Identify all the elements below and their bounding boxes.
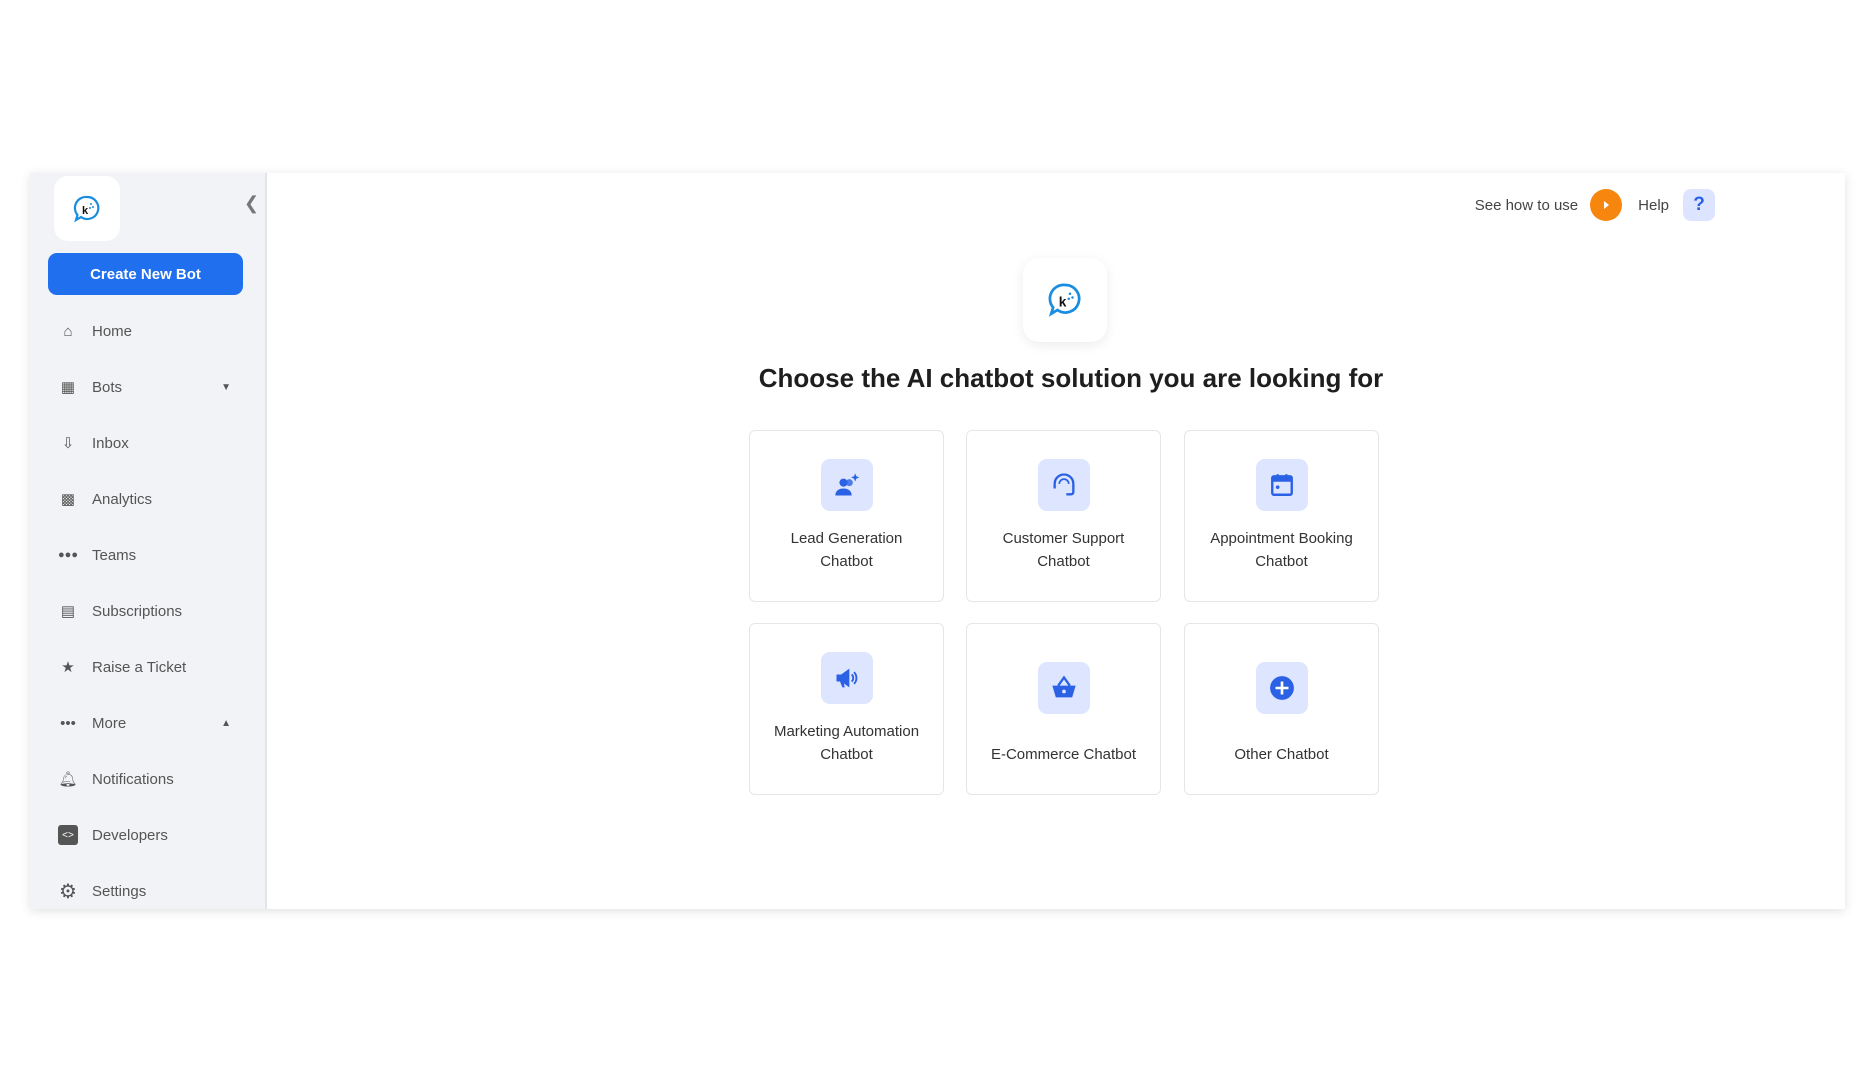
- sidebar-item-analytics[interactable]: ▩ Analytics: [30, 471, 265, 527]
- card-marketing-automation[interactable]: Marketing Automation Chatbot: [749, 623, 944, 795]
- center-logo: k: [1023, 258, 1107, 342]
- sidebar-nav: ⌂ Home ▦ Bots ▼ ⇩ Inbox ▩ Analytics ●●● Teams …: [30, 303, 265, 919]
- code-icon: <>: [58, 825, 78, 845]
- sidebar: k ❮ Create New Bot ⌂ Home ▦ Bots ▼ ⇩ Inbox ▩…: [30, 173, 267, 909]
- sidebar-item-label: Teams: [92, 546, 137, 564]
- sidebar-item-bots[interactable]: ▦ Bots ▼: [30, 359, 265, 415]
- help-icon[interactable]: ?: [1683, 189, 1715, 221]
- card-other[interactable]: Other Chatbot: [1184, 623, 1379, 795]
- card-label: Chatbot: [820, 746, 873, 763]
- sidebar-item-label: Subscriptions: [92, 602, 183, 620]
- sidebar-item-label: Home: [92, 322, 133, 340]
- sidebar-item-label: Analytics: [92, 490, 153, 508]
- sidebar-item-label: Inbox: [92, 434, 129, 452]
- card-ecommerce[interactable]: E-Commerce Chatbot: [966, 623, 1161, 795]
- card-label: Chatbot: [1255, 553, 1308, 570]
- sidebar-item-label: Raise a Ticket: [92, 658, 187, 676]
- chat-logo-icon: k: [73, 195, 100, 222]
- gear-icon: ⚙: [59, 880, 77, 903]
- card-label: Lead Generation: [790, 530, 903, 547]
- app-window: k ❮ Create New Bot ⌂ Home ▦ Bots ▼ ⇩ Inbox ▩…: [30, 173, 1845, 909]
- headset-icon: [1038, 459, 1090, 511]
- sidebar-item-label: More: [92, 714, 127, 732]
- more-icon: •••: [60, 714, 76, 732]
- card-label: Appointment Booking: [1210, 530, 1353, 547]
- play-icon: [1604, 201, 1610, 209]
- card-label: E-Commerce Chatbot: [990, 746, 1137, 763]
- plus-circle-icon: [1256, 662, 1308, 714]
- sidebar-item-label: Notifications: [92, 770, 174, 788]
- sidebar-item-label: Bots: [92, 378, 123, 396]
- bots-icon: ▦: [60, 379, 76, 396]
- sidebar-item-subscriptions[interactable]: ▤ Subscriptions: [30, 583, 265, 639]
- page-title: Choose the AI chatbot solution you are l…: [758, 363, 1384, 393]
- sidebar-item-label: Settings: [92, 882, 147, 900]
- megaphone-icon: [821, 652, 873, 704]
- svg-text:k: k: [1059, 294, 1067, 309]
- lead-generation-icon: [821, 459, 873, 511]
- chevron-down-icon[interactable]: ▼: [221, 382, 231, 393]
- sidebar-item-settings[interactable]: ⚙ Settings: [30, 863, 265, 919]
- play-video-button[interactable]: [1590, 189, 1623, 221]
- basket-icon: [1038, 662, 1090, 714]
- sidebar-item-more[interactable]: ••• More ▲: [30, 695, 265, 751]
- card-customer-support[interactable]: Customer Support Chatbot: [966, 430, 1161, 602]
- sidebar-item-inbox[interactable]: ⇩ Inbox: [30, 415, 265, 471]
- card-lead-generation[interactable]: Lead Generation Chatbot: [749, 430, 944, 602]
- help-link[interactable]: Help: [1638, 197, 1669, 214]
- sidebar-item-label: Developers: [92, 826, 168, 844]
- inbox-icon: ⇩: [61, 435, 75, 452]
- chevron-up-icon[interactable]: ▲: [221, 718, 231, 729]
- bell-icon: 🔔︎: [58, 771, 78, 788]
- sidebar-item-teams[interactable]: ●●● Teams: [30, 527, 265, 583]
- calendar-icon: [1256, 459, 1308, 511]
- create-new-bot-button[interactable]: Create New Bot: [48, 253, 243, 295]
- teams-icon: ●●●: [58, 549, 78, 561]
- chat-logo-icon: k: [1048, 283, 1081, 317]
- analytics-icon: ▩: [60, 491, 76, 508]
- sidebar-item-home[interactable]: ⌂ Home: [30, 303, 265, 359]
- collapse-sidebar-icon[interactable]: ❮: [244, 193, 259, 214]
- subscriptions-icon: ▤: [60, 603, 76, 620]
- card-label: Marketing Automation: [773, 723, 920, 740]
- sidebar-item-notifications[interactable]: 🔔︎ Notifications: [30, 751, 265, 807]
- svg-text:k: k: [82, 205, 89, 217]
- card-appointment-booking[interactable]: Appointment Booking Chatbot: [1184, 430, 1379, 602]
- sidebar-item-developers[interactable]: <> Developers: [30, 807, 265, 863]
- ticket-icon: ★: [61, 659, 75, 676]
- card-label: Chatbot: [820, 553, 873, 570]
- card-label: Other Chatbot: [1234, 746, 1329, 763]
- card-label: Customer Support: [1002, 530, 1125, 547]
- card-label: Chatbot: [1037, 553, 1090, 570]
- see-how-to-use-link[interactable]: See how to use: [1475, 197, 1578, 214]
- main-header: See how to use Help ?: [1475, 189, 1715, 221]
- home-icon: ⌂: [63, 322, 73, 340]
- sidebar-item-raise-ticket[interactable]: ★ Raise a Ticket: [30, 639, 265, 695]
- app-logo[interactable]: k: [54, 176, 120, 241]
